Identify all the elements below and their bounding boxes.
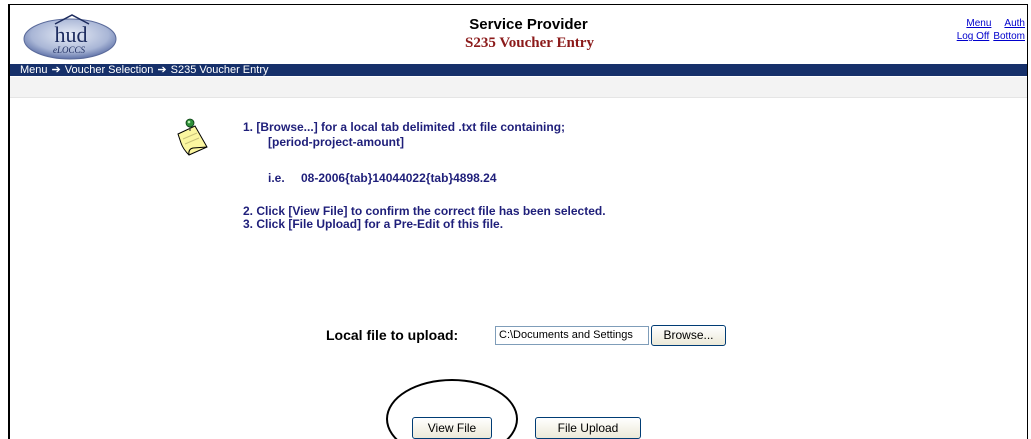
header-divider — [10, 77, 1027, 98]
example-label: i.e. — [268, 171, 285, 185]
instruction-step-2: 2. Click [View File] to confirm the corr… — [243, 204, 606, 218]
auth-link[interactable]: Auth — [1004, 18, 1025, 29]
menu-link[interactable]: Menu — [966, 18, 991, 29]
header-title-block: Service Provider S235 Voucher Entry — [10, 16, 1027, 52]
browse-button[interactable]: Browse... — [651, 325, 726, 346]
breadcrumb-menu[interactable]: Menu — [20, 64, 48, 76]
view-file-button[interactable]: View File — [412, 417, 492, 439]
breadcrumb: Menu ➔ Voucher Selection ➔ S235 Voucher Entr… — [10, 64, 1027, 76]
breadcrumb-s235-voucher-entry: S235 Voucher Entry — [170, 64, 269, 76]
note-pin-icon — [177, 118, 208, 156]
breadcrumb-voucher-selection[interactable]: Voucher Selection — [65, 64, 154, 76]
bottom-link[interactable]: Bottom — [993, 31, 1025, 42]
arrow-right-icon: ➔ — [51, 64, 61, 76]
log-off-link[interactable]: Log Off — [957, 31, 990, 42]
page-title: Service Provider — [469, 16, 588, 33]
top-links: Menu Auth Log Off Bottom — [957, 17, 1025, 43]
page-subtitle: S235 Voucher Entry — [465, 35, 594, 51]
file-upload-button[interactable]: File Upload — [535, 417, 641, 439]
arrow-right-icon: ➔ — [157, 64, 167, 76]
upload-label: Local file to upload: — [326, 327, 459, 343]
file-path-input[interactable]: C:\Documents and Settings — [495, 326, 649, 345]
instruction-step-1: 1. [Browse...] for a local tab delimited… — [243, 120, 566, 134]
instruction-step-1-format: [period-project-amount] — [268, 135, 404, 149]
page-frame: hud eLOCCS Service Provider S235 Voucher… — [8, 4, 1028, 439]
instruction-step-3: 3. Click [File Upload] for a Pre-Edit of… — [243, 217, 504, 231]
example-value: 08-2006{tab}14044022{tab}4898.24 — [301, 171, 497, 185]
